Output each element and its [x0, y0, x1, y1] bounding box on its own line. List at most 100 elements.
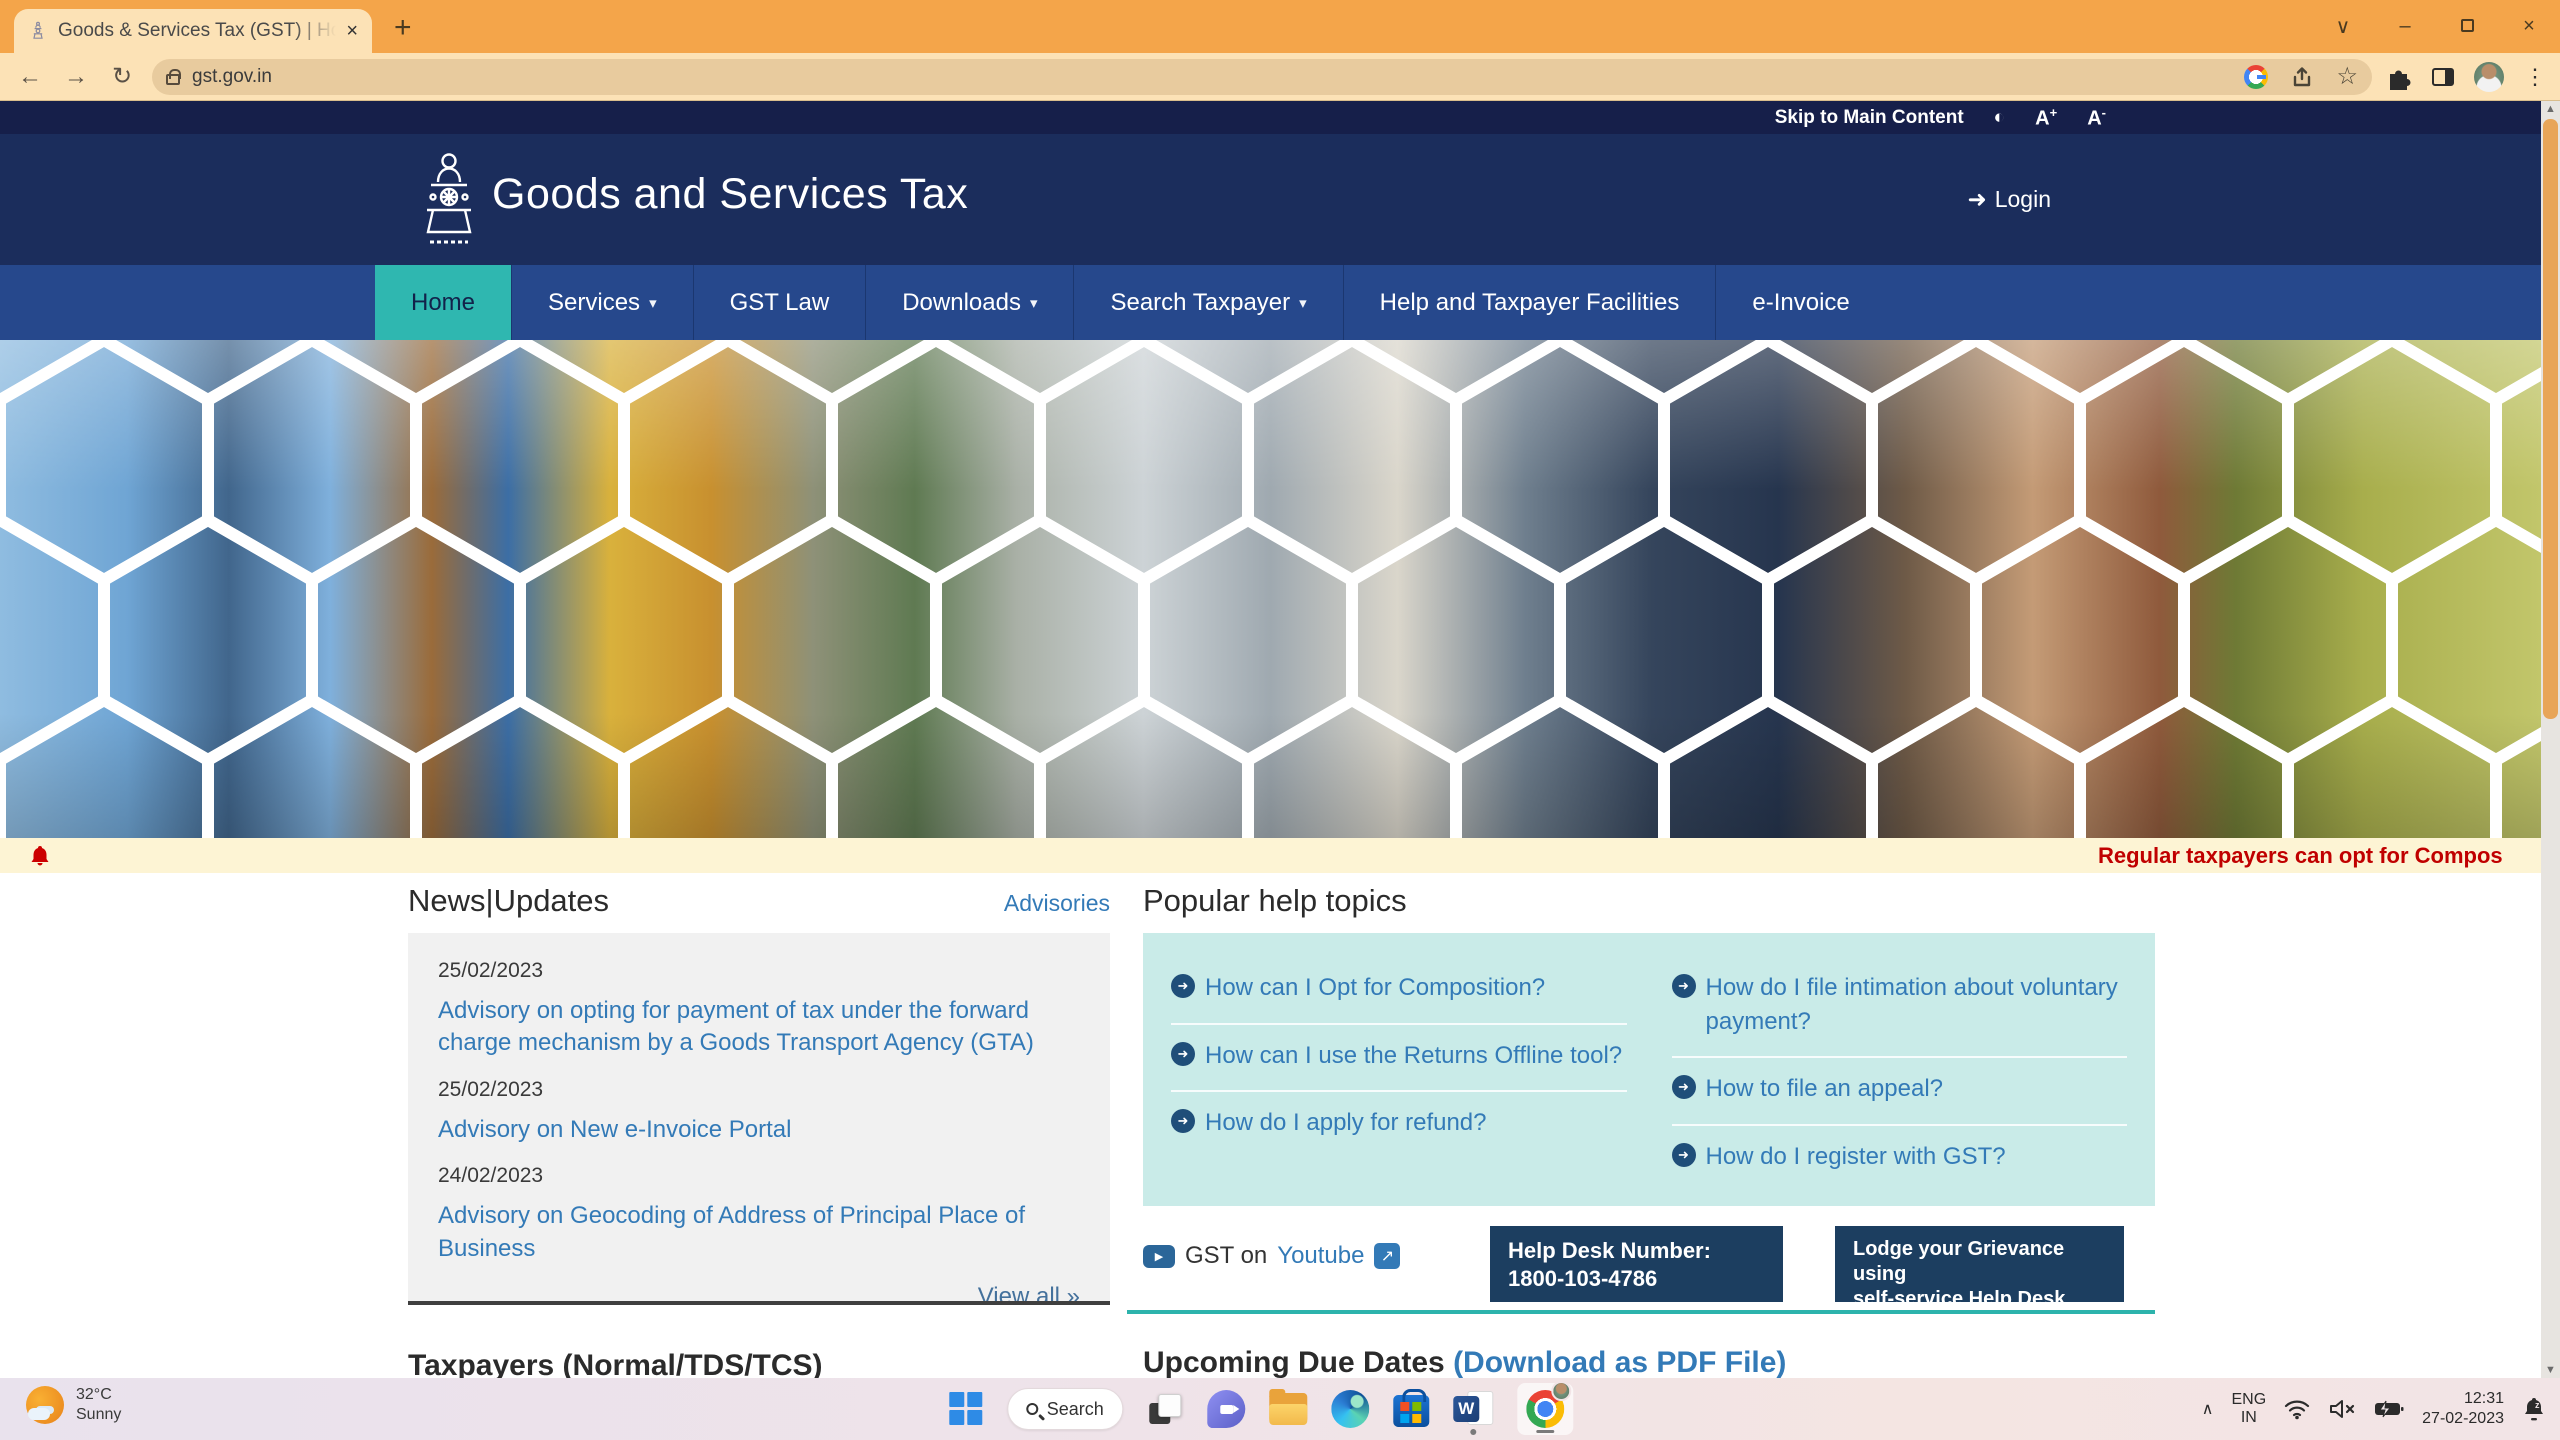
help-topic[interactable]: ➜ How do I file intimation about volunta… [1671, 957, 2127, 1059]
tab-close-icon[interactable]: × [346, 20, 358, 43]
help-topics-heading: Popular help topics [1143, 883, 1407, 918]
national-emblem-icon [426, 153, 472, 244]
side-panel-icon[interactable] [2432, 67, 2454, 86]
file-explorer-button[interactable] [1269, 1389, 1308, 1425]
page-viewport: Skip to Main Content ◐ A+ A- Goods and S… [0, 101, 2541, 1440]
wifi-icon[interactable] [2284, 1398, 2310, 1420]
edge-browser-button[interactable] [1331, 1390, 1370, 1428]
scrollbar-thumb[interactable] [2543, 119, 2558, 719]
nav-item-help-facilities[interactable]: Help and Taxpayer Facilities [1342, 265, 1716, 340]
arrow-circle-icon: ➜ [1671, 1142, 1696, 1167]
login-link[interactable]: ➜ Login [1967, 186, 2051, 213]
chrome-button-active[interactable] [1517, 1381, 1574, 1435]
site-title: Goods and Services Tax [492, 170, 969, 218]
weather-widget[interactable]: 32°C Sunny [26, 1385, 121, 1425]
font-increase-button[interactable]: A+ [2035, 105, 2057, 131]
microsoft-store-button[interactable] [1393, 1389, 1430, 1427]
tab-favicon-icon [33, 21, 43, 39]
view-all-link[interactable]: View all » [438, 1283, 1080, 1301]
extensions-puzzle-icon[interactable] [2386, 64, 2412, 90]
arrow-circle-icon: ➜ [1171, 1109, 1195, 1134]
help-topic[interactable]: ➜ How do I register with GST? [1671, 1126, 2128, 1192]
browser-toolbar: ← → ↻ gst.gov.in ☆ ⋮ [0, 53, 2560, 101]
nav-item-home[interactable]: Home [375, 265, 512, 340]
news-item-date: 24/02/2023 [438, 1164, 544, 1188]
forward-button[interactable]: → [60, 63, 92, 91]
grievance-portal-box[interactable]: Lodge your Grievance using self-service … [1835, 1226, 2124, 1335]
nav-item-search-taxpayer[interactable]: Search Taxpayer ▾ [1073, 265, 1342, 340]
youtube-row: ▶ GST on Youtube ↗ [1143, 1242, 1401, 1270]
profile-avatar[interactable] [2474, 61, 2504, 92]
taskbar-search[interactable]: Search [1007, 1388, 1124, 1430]
time: 12:31 [2463, 1390, 2504, 1407]
main-content: News|Updates Advisories 25/02/2023 Advis… [0, 873, 2541, 1440]
share-icon[interactable] [2290, 65, 2314, 89]
youtube-link[interactable]: Youtube [1277, 1242, 1364, 1270]
arrow-circle-icon: ➜ [1171, 1041, 1195, 1066]
advisories-link[interactable]: Advisories [1004, 890, 1110, 917]
news-ticker: Regular taxpayers can opt for Compos [0, 838, 2541, 873]
help-topic[interactable]: ➜ How do I apply for refund? [1171, 1092, 1627, 1158]
news-heading: News|Updates [408, 883, 610, 918]
window-minimize-button[interactable]: – [2374, 15, 2436, 38]
hero-banner-collage [0, 340, 2541, 838]
notification-bell-icon[interactable]: z [2522, 1396, 2546, 1422]
nav-item-services[interactable]: Services ▾ [511, 265, 693, 340]
reload-button[interactable]: ↻ [106, 62, 138, 91]
bookmark-star-icon[interactable]: ☆ [2336, 62, 2358, 91]
back-button[interactable]: ← [14, 63, 46, 91]
news-item-date: 25/02/2023 [438, 1077, 544, 1101]
clock[interactable]: 12:31 27-02-2023 [2422, 1389, 2504, 1429]
running-indicator [1470, 1429, 1477, 1435]
ssl-lock-icon[interactable] [166, 69, 181, 85]
nav-item-e-invoice[interactable]: e-Invoice [1715, 265, 1885, 340]
arrow-circle-icon: ➜ [1671, 974, 1696, 998]
youtube-play-icon: ▶ [1143, 1244, 1175, 1268]
caret-down-icon: ▾ [649, 294, 657, 312]
volume-muted-icon[interactable] [2328, 1398, 2356, 1420]
new-tab-button[interactable]: + [394, 11, 412, 45]
nav-item-gst-law[interactable]: GST Law [692, 265, 866, 340]
font-decrease-button[interactable]: A- [2087, 105, 2106, 131]
date: 27-02-2023 [2422, 1410, 2504, 1427]
language-indicator[interactable]: ENG IN [2231, 1391, 2266, 1426]
nav-item-downloads[interactable]: Downloads ▾ [865, 265, 1073, 340]
weather-condition: Sunny [76, 1406, 122, 1423]
browser-menu-icon[interactable]: ⋮ [2524, 64, 2546, 90]
contrast-toggle-icon[interactable]: ◐ [1994, 107, 2005, 129]
scroll-down-arrow[interactable]: ▼ [2541, 1364, 2560, 1376]
start-button[interactable] [949, 1392, 983, 1426]
download-pdf-link[interactable]: (Download as PDF File) [1453, 1346, 1786, 1379]
search-icon [1026, 1403, 1039, 1415]
browser-tab-bar: Goods & Services Tax (GST) | Hon × + ∨ –… [0, 0, 2560, 53]
page-scrollbar[interactable]: ▲ ▼ [2541, 101, 2560, 1378]
ticker-message: Regular taxpayers can opt for Compos [2098, 843, 2503, 868]
tab-search-icon[interactable]: ∨ [2312, 14, 2374, 39]
help-topic[interactable]: ➜ How can I Opt for Composition? [1171, 957, 1627, 1025]
news-item-link[interactable]: Advisory on opting for payment of tax un… [438, 995, 1080, 1060]
window-maximize-button[interactable] [2436, 15, 2498, 38]
external-link-icon[interactable]: ↗ [1374, 1243, 1401, 1269]
tab-title: Goods & Services Tax (GST) | Hon [58, 20, 337, 41]
skip-to-content-link[interactable]: Skip to Main Content [1775, 107, 1964, 129]
youtube-prefix: GST on [1185, 1242, 1268, 1269]
help-topic[interactable]: ➜ How to file an appeal? [1671, 1058, 2127, 1126]
arrow-circle-icon: ➜ [1671, 1075, 1696, 1100]
help-topic[interactable]: ➜ How can I use the Returns Offline tool… [1171, 1025, 1627, 1093]
teams-chat-button[interactable] [1207, 1390, 1246, 1428]
weather-temp: 32°C [76, 1386, 112, 1403]
window-close-button[interactable]: × [2498, 15, 2560, 38]
window-controls: ∨ – × [2312, 0, 2560, 53]
task-view-button[interactable] [1147, 1391, 1183, 1427]
word-button[interactable]: W [1453, 1391, 1494, 1435]
popular-help-topics: ➜ How can I Opt for Composition? ➜ How c… [1143, 933, 2155, 1206]
google-logo-icon[interactable] [2244, 64, 2269, 89]
scroll-up-arrow[interactable]: ▲ [2541, 103, 2560, 115]
news-item-link[interactable]: Advisory on New e-Invoice Portal [438, 1114, 1080, 1146]
address-bar[interactable]: gst.gov.in ☆ [152, 58, 2372, 95]
news-item-link[interactable]: Advisory on Geocoding of Address of Prin… [438, 1200, 1080, 1265]
tray-expand-icon[interactable]: ∧ [2202, 1399, 2214, 1419]
battery-charging-icon[interactable] [2374, 1399, 2404, 1419]
browser-tab[interactable]: Goods & Services Tax (GST) | Hon × [14, 9, 372, 53]
url-text[interactable]: gst.gov.in [192, 66, 2232, 88]
